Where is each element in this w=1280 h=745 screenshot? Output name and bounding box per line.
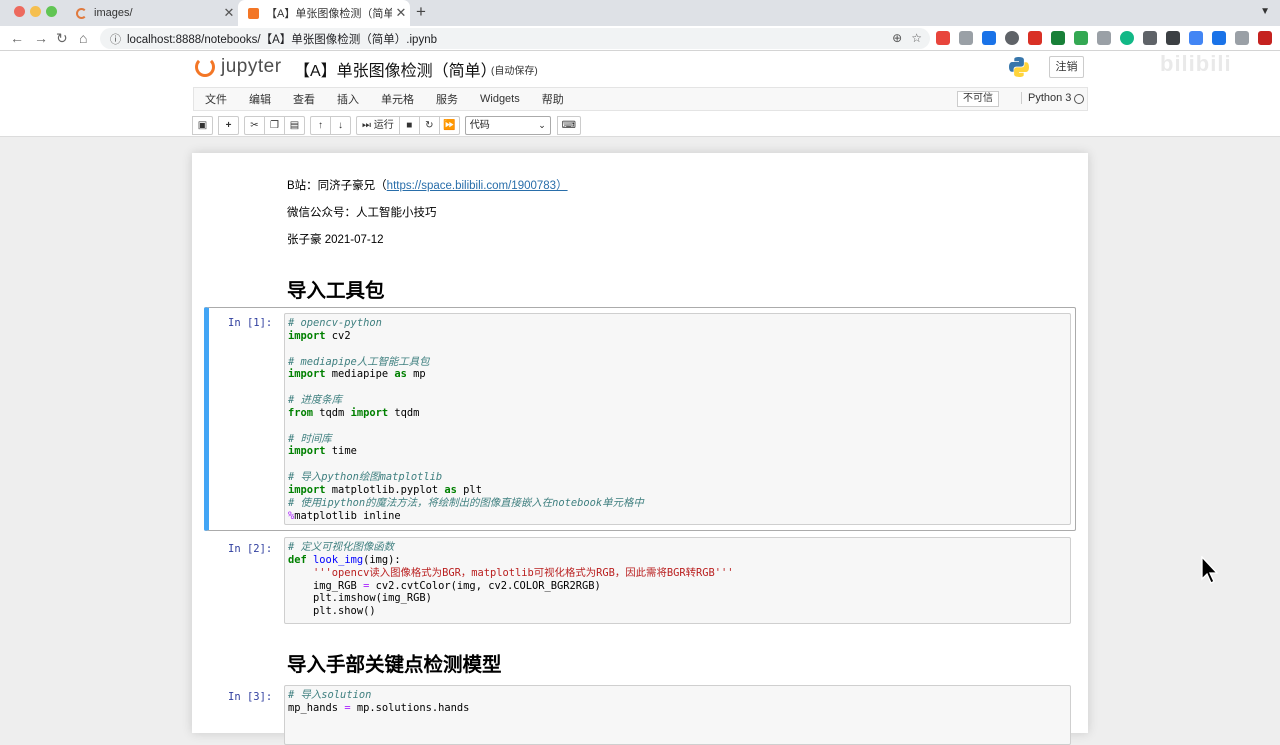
- step-forward-icon: ⏭: [362, 119, 374, 131]
- run-button[interactable]: ⏭ 运行: [356, 115, 400, 135]
- extension-icon[interactable]: [1235, 31, 1249, 45]
- restart-icon[interactable]: ↻: [418, 115, 440, 135]
- menu-insert[interactable]: 插入: [326, 91, 370, 107]
- extension-icon[interactable]: [1166, 31, 1180, 45]
- python-logo-icon: [1009, 57, 1029, 77]
- url-text: localhost:8888/notebooks/【A】单张图像检测（简单）.i…: [127, 33, 437, 46]
- watermark-logo: bilibili: [1160, 51, 1232, 76]
- extension-icon[interactable]: [1097, 31, 1111, 45]
- code-editor[interactable]: # 定义可视化图像函数 def look_img(img): '''opencv…: [284, 537, 1071, 624]
- kernel-name: Python 3: [1021, 92, 1071, 104]
- tab-title: images/: [94, 7, 133, 19]
- extension-icon[interactable]: [1189, 31, 1203, 45]
- menu-edit[interactable]: 编辑: [238, 91, 282, 107]
- menu-file[interactable]: 文件: [194, 91, 238, 107]
- extension-icon[interactable]: [1005, 31, 1019, 45]
- heading-import-hand-model: 导入手部关键点检测模型: [287, 654, 502, 676]
- menu-help[interactable]: 帮助: [531, 91, 575, 107]
- minimize-window-button[interactable]: [30, 6, 41, 17]
- code-editor[interactable]: # 导入solution mp_hands = mp.solutions.han…: [284, 685, 1071, 745]
- extension-icon[interactable]: [1143, 31, 1157, 45]
- code-content: # opencv-python import cv2 # mediapipe人工…: [288, 317, 644, 522]
- jupyter-favicon-icon: [248, 7, 259, 19]
- jupyter-header: jupyter 【A】单张图像检测（简单） (自动保存) 注销 bilibili…: [0, 51, 1280, 137]
- code-content: # 定义可视化图像函数 def look_img(img): '''opencv…: [288, 541, 734, 618]
- menu-bar: 文件 编辑 查看 插入 单元格 服务 Widgets 帮助 不可信 Python…: [193, 87, 1088, 111]
- paste-icon[interactable]: ▤: [284, 115, 305, 135]
- reload-icon[interactable]: ↻: [56, 30, 68, 47]
- browser-tab-images[interactable]: images/ ✕: [68, 0, 238, 26]
- notebook-toolbar: ▣ + ✂ ❐ ▤ ↑ ↓ ⏭ 运行 ■ ↻ ⏩ 代码 ⌄ ⌨: [192, 115, 1088, 135]
- notebook-title[interactable]: 【A】单张图像检测（简单）: [294, 57, 497, 81]
- extension-icon[interactable]: [1212, 31, 1226, 45]
- jupyter-logo-text: jupyter: [221, 56, 282, 77]
- cell-type-select[interactable]: 代码 ⌄: [464, 115, 551, 135]
- extension-icon[interactable]: [1051, 31, 1065, 45]
- heading-import-toolkit: 导入工具包: [287, 280, 385, 302]
- close-tab-icon[interactable]: ✕: [220, 5, 238, 21]
- kernel-idle-icon: [1074, 94, 1084, 104]
- browser-tab-notebook[interactable]: 【A】单张图像检测（简单）- J ✕: [238, 0, 410, 26]
- cell-prompt: In [1]:: [228, 317, 273, 329]
- extension-icon[interactable]: [936, 31, 950, 45]
- code-editor[interactable]: # opencv-python import cv2 # mediapipe人工…: [284, 313, 1071, 525]
- restart-run-all-icon[interactable]: ⏩: [438, 115, 460, 135]
- extension-icon[interactable]: [1258, 31, 1272, 45]
- new-tab-button[interactable]: +: [416, 2, 426, 22]
- cut-icon[interactable]: ✂: [244, 115, 265, 135]
- copy-icon[interactable]: ❐: [264, 115, 285, 135]
- back-icon[interactable]: ←: [10, 30, 24, 46]
- jupyter-logo-icon: [195, 57, 215, 77]
- mouse-cursor-icon: [1201, 556, 1219, 584]
- extensions-bar: ⋮: [936, 31, 1280, 45]
- zoom-icon[interactable]: ⊕: [892, 31, 902, 45]
- menu-cell[interactable]: 单元格: [370, 91, 425, 107]
- menu-kernel[interactable]: 服务: [425, 91, 469, 107]
- close-window-button[interactable]: [14, 6, 25, 17]
- markdown-author-line: B站：同济子豪兄（https://space.bilibili.com/1900…: [287, 177, 568, 193]
- site-info-icon[interactable]: ⓘ: [110, 31, 121, 47]
- extension-icon[interactable]: [1074, 31, 1088, 45]
- logout-button[interactable]: 注销: [1049, 56, 1084, 78]
- extension-icon[interactable]: [982, 31, 996, 45]
- code-content: # 导入solution mp_hands = mp.solutions.han…: [288, 689, 470, 714]
- menu-widgets[interactable]: Widgets: [469, 93, 531, 105]
- markdown-wechat-line: 微信公众号：人工智能小技巧: [287, 207, 437, 219]
- menu-view[interactable]: 查看: [282, 91, 326, 107]
- forward-icon[interactable]: →: [34, 30, 48, 46]
- cell-prompt: In [2]:: [228, 543, 273, 555]
- save-icon[interactable]: ▣: [192, 115, 213, 135]
- insert-cell-icon[interactable]: +: [218, 115, 239, 135]
- loading-icon: [76, 7, 87, 19]
- close-tab-icon[interactable]: ✕: [392, 5, 410, 21]
- address-bar[interactable]: ⓘ localhost:8888/notebooks/【A】单张图像检测（简单）…: [100, 28, 930, 49]
- markdown-date-line: 张子豪 2021-07-12: [287, 234, 384, 246]
- tab-search-icon[interactable]: ▼: [1260, 6, 1270, 17]
- author-text: B站：同济子豪兄（: [287, 180, 387, 192]
- home-icon[interactable]: ⌂: [79, 30, 87, 46]
- extension-icon[interactable]: [959, 31, 973, 45]
- author-link[interactable]: https://space.bilibili.com/1900783）: [387, 180, 568, 192]
- trust-indicator[interactable]: 不可信: [957, 91, 999, 107]
- move-up-icon[interactable]: ↑: [310, 115, 331, 135]
- keyboard-icon[interactable]: ⌨: [556, 115, 581, 135]
- move-down-icon[interactable]: ↓: [330, 115, 351, 135]
- extension-icon[interactable]: [1120, 31, 1134, 45]
- notebook-container: B站：同济子豪兄（https://space.bilibili.com/1900…: [192, 153, 1088, 745]
- interrupt-icon[interactable]: ■: [398, 115, 420, 135]
- chevron-down-icon: ⌄: [538, 119, 546, 130]
- maximize-window-button[interactable]: [46, 6, 57, 17]
- autosave-status: (自动保存): [491, 66, 538, 77]
- extension-icon[interactable]: [1028, 31, 1042, 45]
- tab-title: 【A】单张图像检测（简单）- J: [266, 8, 392, 20]
- bookmark-star-icon[interactable]: ☆: [911, 31, 922, 45]
- cell-type-value: 代码: [469, 119, 490, 131]
- jupyter-logo[interactable]: jupyter: [195, 56, 282, 78]
- browser-tab-bar: images/ ✕ 【A】单张图像检测（简单）- J ✕ + ▼: [0, 0, 1280, 26]
- run-label: 运行: [373, 119, 394, 131]
- browser-toolbar: ← → ↻ ⌂ ⓘ localhost:8888/notebooks/【A】单张…: [0, 26, 1280, 51]
- cell-prompt: In [3]:: [228, 691, 273, 703]
